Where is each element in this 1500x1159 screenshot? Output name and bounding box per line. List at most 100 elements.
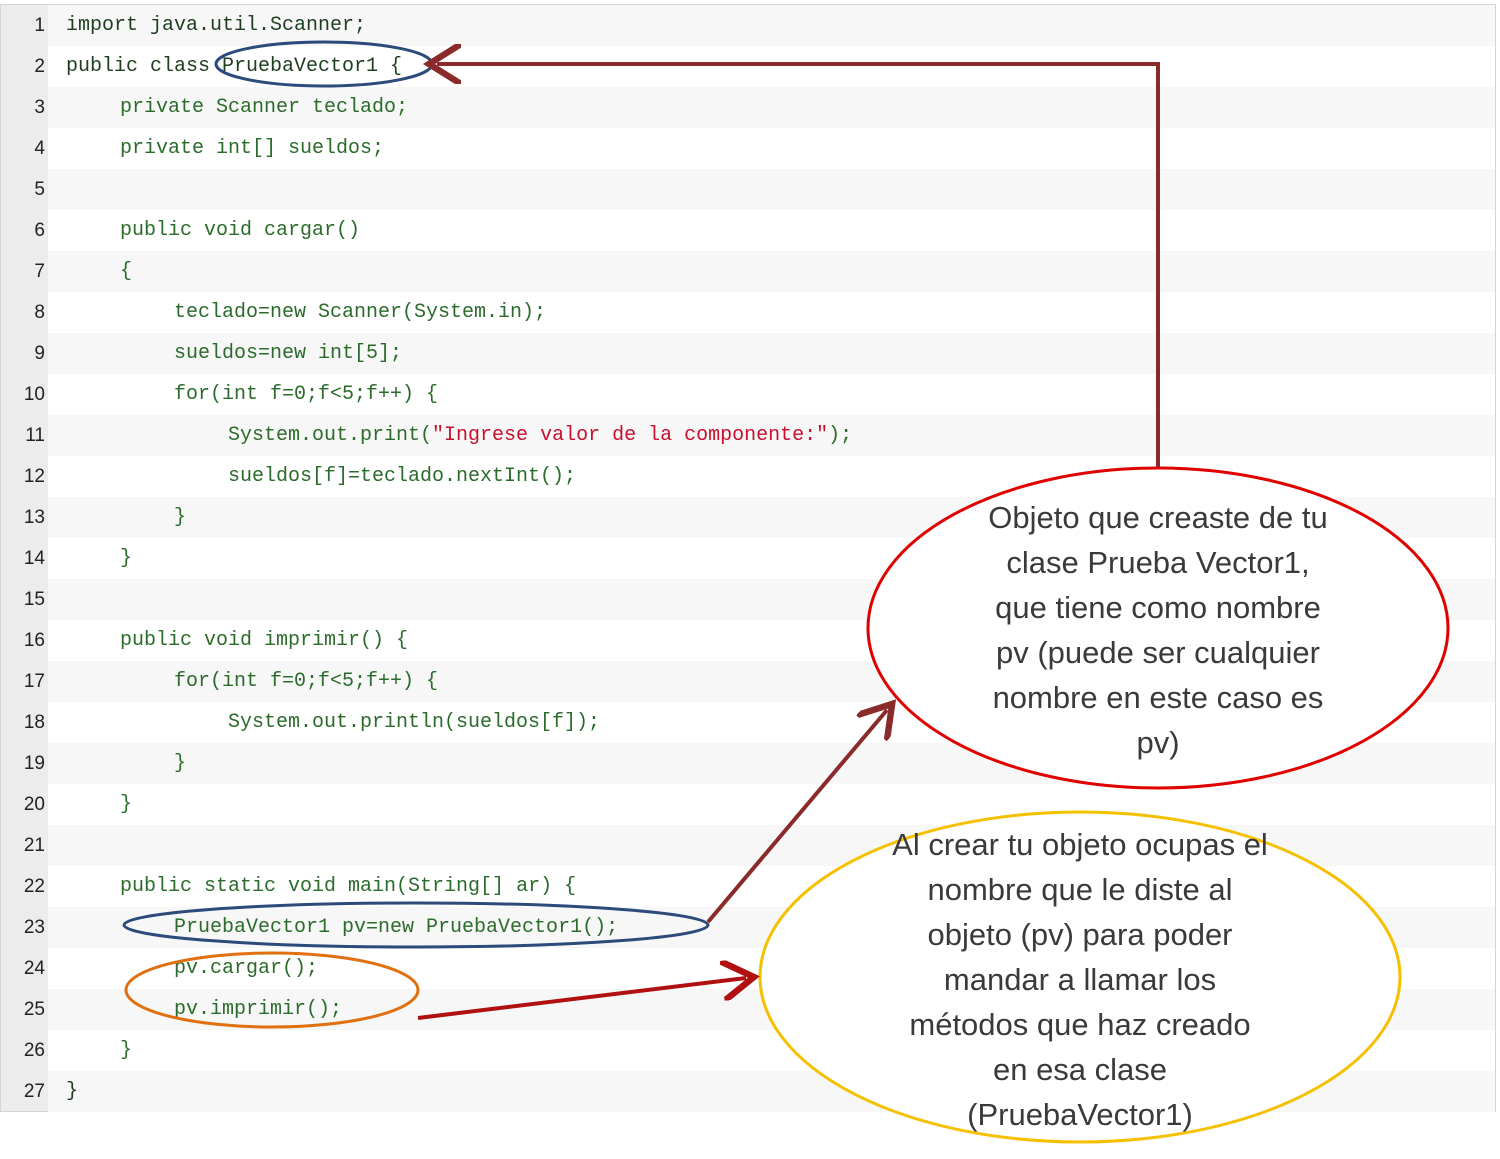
line-number: 14 [23, 548, 45, 569]
method-note-line: métodos que haz creado [909, 1007, 1251, 1042]
line-number: 10 [23, 384, 45, 405]
line-number: 6 [34, 220, 45, 241]
code-line: 5 [34, 169, 1495, 210]
code-line: 10 for(int f=0;f<5;f++) { [24, 374, 1495, 415]
object-note-line: pv (puede ser cualquier [996, 635, 1320, 670]
code-line: 12 sueldos[f]=teclado.nextInt(); [24, 456, 1495, 497]
code-text: private int[] sueldos; [120, 128, 384, 169]
object-note-line: Objeto que creaste de tu [988, 500, 1328, 535]
line-number: 20 [23, 794, 45, 815]
code-line: 11 System.out.print("Ingrese valor de la … [25, 415, 1495, 456]
code-text: pv.imprimir(); [174, 989, 342, 1030]
code-token: public class PruebaVector1 { [66, 55, 403, 78]
object-note-line: clase Prueba Vector1, [1006, 545, 1310, 580]
method-note-text: Al crear tu objeto ocupas el nombre que … [840, 822, 1320, 1137]
line-number: 17 [23, 671, 45, 692]
line-number: 9 [34, 343, 45, 364]
code-token: sueldos=new int[5]; [174, 342, 403, 365]
code-line: 7{ [34, 251, 1495, 292]
code-token: ); [828, 424, 853, 447]
method-note-line: objeto (pv) para poder [927, 917, 1233, 952]
line-number: 18 [23, 712, 45, 733]
code-text: public void cargar() [120, 210, 360, 251]
code-token: } [66, 1080, 79, 1103]
method-note-line: nombre que le diste al [927, 872, 1233, 907]
code-text: public void imprimir() { [120, 620, 408, 661]
code-token: for(int f=0;f<5;f++) { [174, 670, 439, 693]
line-number: 23 [23, 917, 45, 938]
code-token: import java.util.Scanner; [66, 14, 367, 37]
code-text: private Scanner teclado; [120, 87, 408, 128]
code-text: } [120, 1030, 132, 1071]
code-text: for(int f=0;f<5;f++) { [174, 661, 438, 702]
line-number: 15 [23, 589, 45, 610]
code-text: sueldos=new int[5]; [174, 333, 402, 374]
code-line: 8 teclado=new Scanner(System.in); [34, 292, 1495, 333]
code-token: public void imprimir() { [120, 629, 409, 652]
object-note-line: que tiene como nombre [995, 590, 1321, 625]
line-number: 16 [23, 630, 45, 651]
line-number: 27 [23, 1081, 45, 1102]
code-text: } [120, 538, 132, 579]
method-note-line: mandar a llamar los [943, 962, 1217, 997]
line-number: 19 [23, 753, 45, 774]
line-number: 7 [34, 261, 45, 282]
code-text: public class PruebaVector1 { [66, 46, 402, 87]
code-text: System.out.println(sueldos[f]); [228, 702, 600, 743]
line-number: 22 [23, 876, 45, 897]
line-number: 12 [23, 466, 45, 487]
code-line: 6 public void cargar() [34, 210, 1495, 251]
code-text: { [120, 251, 132, 292]
code-token: teclado=new Scanner(System.in); [174, 301, 547, 324]
code-text: sueldos[f]=teclado.nextInt(); [228, 456, 576, 497]
code-line: 9 sueldos=new int[5]; [34, 333, 1495, 374]
code-text: } [174, 743, 186, 784]
code-text: } [66, 1071, 78, 1112]
code-token: pv.imprimir(); [174, 998, 343, 1021]
line-number: 1 [34, 15, 45, 36]
line-number: 11 [25, 425, 45, 446]
code-line: 3 private Scanner teclado; [34, 87, 1495, 128]
line-number: 5 [34, 179, 45, 200]
line-number: 25 [23, 999, 45, 1020]
line-number: 13 [23, 507, 45, 528]
method-note-line: (PruebaVector1) [967, 1097, 1193, 1132]
code-text: import java.util.Scanner; [66, 5, 366, 46]
code-line: 4 private int[] sueldos; [34, 128, 1495, 169]
code-token: public static void main(String[] ar) { [120, 875, 577, 898]
line-number: 2 [34, 56, 45, 77]
code-token: System.out.println(sueldos[f]); [228, 711, 601, 734]
code-token: private int[] sueldos; [120, 137, 385, 160]
line-number: 3 [34, 97, 45, 118]
line-number: 4 [34, 138, 45, 159]
code-line: 1 import java.util.Scanner; [34, 5, 1495, 46]
code-token: } [120, 1039, 133, 1062]
line-number: 8 [34, 302, 45, 323]
code-text: pv.cargar(); [174, 948, 318, 989]
code-token: System.out.print( [228, 424, 433, 447]
code-token: PruebaVector1 pv=new PruebaVector1(); [174, 916, 619, 939]
code-text: System.out.print("Ingrese valor de la co… [228, 415, 852, 456]
code-token: } [120, 547, 133, 570]
code-text: } [120, 784, 132, 825]
object-note-text: Objeto que creaste de tu clase Prueba Ve… [940, 495, 1376, 765]
line-number: 26 [23, 1040, 45, 1061]
method-note-line: Al crear tu objeto ocupas el [892, 827, 1268, 862]
code-token: pv.cargar(); [174, 957, 319, 980]
code-line: 20} [24, 784, 1495, 825]
line-number: 24 [23, 958, 45, 979]
object-note-line: pv) [1136, 725, 1180, 760]
line-number: 21 [23, 835, 45, 856]
string-literal: "Ingrese valor de la componente:" [432, 424, 829, 447]
code-token: private Scanner teclado; [120, 96, 409, 119]
code-text: public static void main(String[] ar) { [120, 866, 576, 907]
code-text: teclado=new Scanner(System.in); [174, 292, 546, 333]
code-text: for(int f=0;f<5;f++) { [174, 374, 438, 415]
object-note-line: nombre en este caso es [992, 680, 1324, 715]
method-note-line: en esa clase [992, 1052, 1168, 1087]
code-token: for(int f=0;f<5;f++) { [174, 383, 439, 406]
code-token: { [120, 260, 133, 283]
code-token: } [120, 793, 133, 816]
code-line: 2 public class PruebaVector1 { [34, 46, 1495, 87]
code-text: PruebaVector1 pv=new PruebaVector1(); [174, 907, 618, 948]
